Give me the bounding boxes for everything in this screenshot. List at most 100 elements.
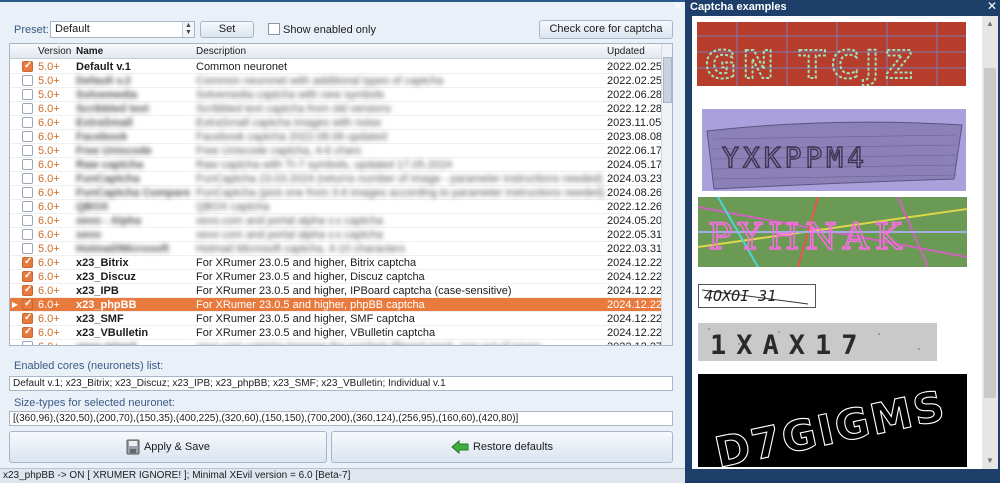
row-description: Common neuronet with additional types of…	[196, 75, 444, 87]
row-updated: 2024.03.23	[607, 173, 663, 185]
row-checkbox[interactable]	[22, 284, 33, 296]
close-panel-icon[interactable]: ✕	[672, 0, 684, 13]
row-checkbox[interactable]	[22, 256, 33, 268]
table-row[interactable]: 6.0+ x23_Discuz For XRumer 23.0.5 and high…	[10, 270, 663, 284]
table-row[interactable]: 6.0+ FunCaptcha FunCaptcha 23.03.2024 (ret…	[10, 172, 663, 186]
row-checkbox[interactable]	[22, 312, 33, 324]
close-examples-icon[interactable]: ✕	[986, 0, 998, 13]
table-row[interactable]: 6.0+ Scribbled text Scribbled text captcha…	[10, 102, 662, 116]
col-updated[interactable]: Updated	[607, 46, 645, 57]
row-name: x23_SMF	[76, 313, 124, 325]
row-description: QBOX captcha	[196, 201, 270, 213]
row-version: 6.0+	[38, 103, 60, 115]
row-description: For XRumer 23.0.5 and higher, Bitrix cap…	[196, 257, 417, 269]
table-row[interactable]: 5.0+ Hotmail/Microsoft Hotmail Microsoft c…	[10, 242, 663, 256]
row-indicator-icon	[10, 60, 20, 74]
row-description: xevo com and portal alpha v.x captcha	[196, 229, 383, 241]
row-updated: 2022.12.27	[607, 341, 662, 345]
table-row[interactable]: 5.0+ Default v.1 Common neuronet 2022.02.25	[10, 60, 662, 74]
captcha-text: GN TCJZ	[705, 43, 919, 86]
check-core-button[interactable]: Check core for captcha	[539, 20, 673, 39]
col-description[interactable]: Description	[196, 46, 246, 57]
table-row[interactable]: ▶ 6.0+ x23_phpBB For XRumer 23.0.5 and high…	[10, 298, 662, 312]
size-types-field[interactable]: [(360,96),(320,50),(200,70),(150,35),(40…	[9, 411, 673, 426]
row-version: 5.0+	[38, 243, 60, 255]
scroll-up-icon[interactable]: ▲	[982, 16, 998, 32]
enabled-cores-field[interactable]: Default v.1; x23_Bitrix; x23_Discuz; x23…	[9, 376, 673, 391]
row-checkbox[interactable]	[22, 145, 33, 156]
table-row[interactable]: 6.0+ x23_IPB For XRumer 23.0.5 and higher,…	[10, 284, 662, 298]
row-checkbox[interactable]	[22, 173, 33, 184]
row-name: FunCaptcha Compare	[76, 187, 191, 199]
row-checkbox[interactable]	[22, 270, 33, 282]
row-name: x23_Bitrix	[76, 257, 129, 269]
table-row[interactable]: 6.0+ xevo xevo com and portal alpha v.x ca…	[10, 228, 662, 242]
row-version: 6.0+	[38, 159, 60, 171]
row-checkbox[interactable]	[22, 341, 33, 345]
show-enabled-checkbox[interactable]	[268, 23, 280, 35]
table-scrollbar[interactable]	[661, 44, 672, 345]
neuronets-panel: Preset: Default ▲ ▼ Set Show enabled only…	[0, 0, 685, 483]
col-name[interactable]: Name	[76, 46, 103, 57]
spin-arrows-icon[interactable]: ▲ ▼	[182, 22, 194, 37]
scroll-down-icon[interactable]: ▼	[982, 453, 998, 469]
row-name: Hotmail/Microsoft	[76, 243, 169, 255]
row-updated: 2024.12.22	[607, 271, 663, 283]
enabled-label: Enabled cores (neuronets) list:	[14, 360, 164, 372]
row-version: 5.0+	[38, 145, 60, 157]
apply-save-button[interactable]: Apply & Save	[9, 431, 327, 463]
row-checkbox[interactable]	[22, 103, 33, 114]
preset-select[interactable]: Default ▲ ▼	[50, 21, 195, 38]
row-checkbox[interactable]	[22, 298, 33, 310]
row-name: xevo	[76, 229, 102, 241]
row-updated: 2022.06.28	[607, 89, 663, 101]
row-updated: 2022.03.31	[607, 243, 663, 255]
examples-scrollbar[interactable]: ▲ ▼	[982, 16, 998, 469]
row-updated: 2024.05.17	[607, 159, 663, 171]
table-row[interactable]: 5.0+ Free Uniscode Free Uniscode captcha, …	[10, 144, 662, 158]
row-version: 6.0+	[38, 341, 60, 345]
row-checkbox[interactable]	[22, 75, 33, 86]
row-indicator-icon	[10, 102, 20, 116]
row-version: 6.0+	[38, 117, 60, 129]
row-updated: 2024.12.22	[607, 313, 663, 325]
row-checkbox[interactable]	[22, 243, 33, 254]
row-version: 6.0+	[38, 313, 60, 325]
table-row[interactable]: 5.0+ Default v.2 Common neuronet with addi…	[10, 74, 662, 88]
row-checkbox[interactable]	[22, 131, 33, 142]
row-checkbox[interactable]	[22, 89, 33, 100]
row-indicator-icon: ▶	[11, 300, 19, 309]
table-row[interactable]: 6.0+ FunCaptcha Compare FunCaptcha (pick o…	[10, 186, 662, 200]
row-checkbox[interactable]	[22, 60, 33, 72]
row-checkbox[interactable]	[22, 215, 33, 226]
scroll-thumb[interactable]	[663, 57, 672, 103]
row-checkbox[interactable]	[22, 187, 33, 198]
row-checkbox[interactable]	[22, 201, 33, 212]
row-description: Scribbled text captcha from old versions	[196, 103, 392, 115]
table-row[interactable]: 6.0+ x23_SMF For XRumer 23.0.5 and higher,…	[10, 312, 663, 326]
table-row[interactable]: 6.0+ x23_Bitrix For XRumer 23.0.5 and high…	[10, 256, 662, 270]
table-header: Version Name Description Updated	[10, 44, 661, 59]
table-row[interactable]: 6.0+ xevo mixed xevo.com captcha browser t…	[10, 340, 662, 345]
row-version: 5.0+	[38, 75, 60, 87]
col-version[interactable]: Version	[38, 46, 71, 57]
row-checkbox[interactable]	[22, 326, 33, 338]
row-checkbox[interactable]	[22, 229, 33, 240]
row-name: Free Uniscode	[76, 145, 152, 157]
table-row[interactable]: 6.0+ Facebook Facebook captcha 2022.08.08 …	[10, 130, 662, 144]
row-indicator-icon	[10, 256, 20, 270]
table-row[interactable]: 6.0+ Raw captcha Raw captcha with TI-7 sym…	[10, 158, 663, 172]
captcha-examples-title: Captcha examples	[690, 1, 787, 13]
table-row[interactable]: 6.0+ ExtraSmall ExtraSmall captcha images …	[10, 116, 661, 130]
row-checkbox[interactable]	[22, 117, 33, 128]
table-row[interactable]: 6.0+ xevo - Alpha xevo.com and portal alph…	[10, 214, 662, 228]
row-checkbox[interactable]	[22, 159, 33, 170]
table-row[interactable]: 6.0+ QBOX QBOX captcha 2022.12.26	[10, 200, 662, 214]
row-indicator-icon	[10, 270, 20, 284]
table-row[interactable]: 6.0+ x23_VBulletin For XRumer 23.0.5 and h…	[10, 326, 662, 340]
restore-defaults-button[interactable]: Restore defaults	[331, 431, 673, 463]
row-indicator-icon	[10, 200, 20, 214]
set-button[interactable]: Set	[200, 21, 254, 38]
scroll-thumb[interactable]	[984, 68, 996, 398]
table-row[interactable]: 5.0+ Solvemedia Solvemedia captcha with ne…	[10, 88, 663, 102]
